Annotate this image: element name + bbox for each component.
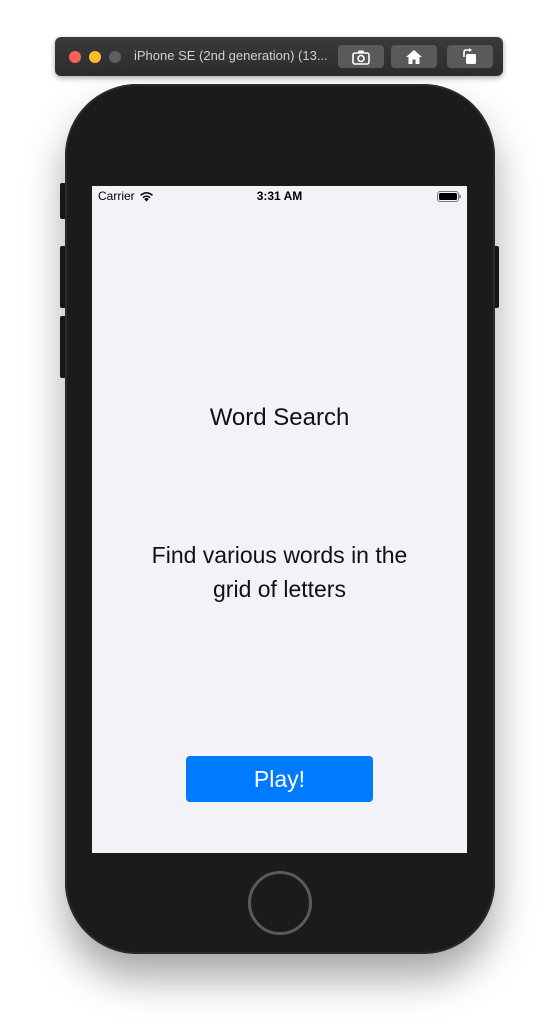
status-bar: Carrier 3:31 AM xyxy=(92,186,467,206)
status-time: 3:31 AM xyxy=(256,189,303,203)
play-button[interactable]: Play! xyxy=(186,756,373,802)
camera-icon xyxy=(352,50,370,65)
minimize-window-button[interactable] xyxy=(89,51,101,63)
screenshot-button[interactable] xyxy=(338,45,384,68)
rotate-button[interactable] xyxy=(447,45,493,68)
home-button-toolbar[interactable] xyxy=(391,45,437,68)
window-title: iPhone SE (2nd generation) (13... xyxy=(134,48,328,63)
app-subtitle: Find various words in the grid of letter… xyxy=(151,542,408,602)
rotate-icon xyxy=(463,48,476,64)
device-home-button[interactable] xyxy=(248,871,312,935)
simulator-title-bar: iPhone SE (2nd generation) (13... xyxy=(55,37,503,76)
home-icon xyxy=(406,49,422,64)
close-window-button[interactable] xyxy=(69,51,81,63)
app-title: Word Search xyxy=(209,404,350,431)
battery-icon xyxy=(437,191,461,202)
simulator-stage: iPhone SE (2nd generation) (13... Carrie… xyxy=(0,0,559,1028)
zoom-window-button[interactable] xyxy=(109,51,121,63)
device-screen: Carrier 3:31 AM Word Search Find various… xyxy=(92,186,467,853)
